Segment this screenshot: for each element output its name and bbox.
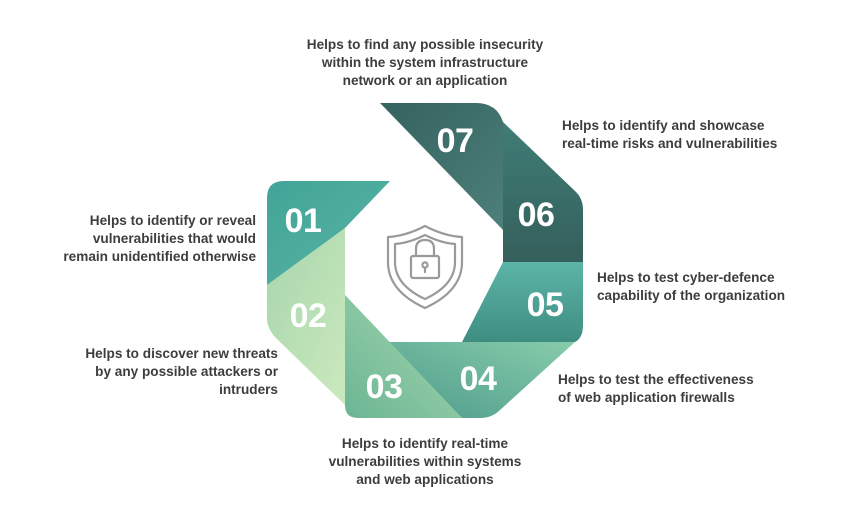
step-01-line-1: Helps to identify or reveal [89,213,256,228]
step-07-line-3: network or an application [342,73,508,88]
step-04-caption: Helps to test the effectiveness of web a… [558,371,818,407]
step-05-caption: Helps to test cyber-defence capability o… [597,269,837,305]
step-01-line-3: remain unidentified otherwise [63,249,256,264]
step-03-line-2: vulnerabilities within systems [328,454,522,469]
step-03-caption: Helps to identify real-time vulnerabilit… [285,435,565,489]
step-01-line-2: vulnerabilities that would [92,231,256,246]
step-number-07: 07 [437,122,474,160]
step-05-line-1: Helps to test cyber-defence [597,270,775,285]
step-06-line-1: Helps to identify and showcase [562,118,765,133]
step-04-line-2: of web application firewalls [558,390,735,405]
step-02-line-3: intruders [219,382,278,397]
step-06-caption: Helps to identify and showcase real-time… [562,117,832,153]
step-03-line-1: Helps to identify real-time [341,436,509,451]
step-03-line-3: and web applications [356,472,494,487]
step-number-03: 03 [366,368,403,406]
step-02-line-2: by any possible attackers or [95,364,278,379]
step-04-line-1: Helps to test the effectiveness [558,372,754,387]
step-05-line-2: capability of the organization [597,288,786,303]
step-number-05: 05 [527,286,564,324]
step-02-line-1: Helps to discover new threats [85,346,278,361]
step-07-line-2: within the system infrastructure [321,55,529,70]
step-07-caption: Helps to find any possible insecurity wi… [265,36,585,90]
step-number-02: 02 [290,297,327,335]
step-number-06: 06 [518,196,555,234]
step-07-line-1: Helps to find any possible insecurity [306,37,544,52]
step-01-caption: Helps to identify or reveal vulnerabilit… [20,212,256,266]
step-number-01: 01 [285,202,322,240]
step-06-line-2: real-time risks and vulnerabilities [562,136,778,151]
step-02-caption: Helps to discover new threats by any pos… [20,345,278,399]
segment-05 [462,262,583,342]
shield-lock-icon [386,224,464,310]
step-number-04: 04 [460,360,497,398]
